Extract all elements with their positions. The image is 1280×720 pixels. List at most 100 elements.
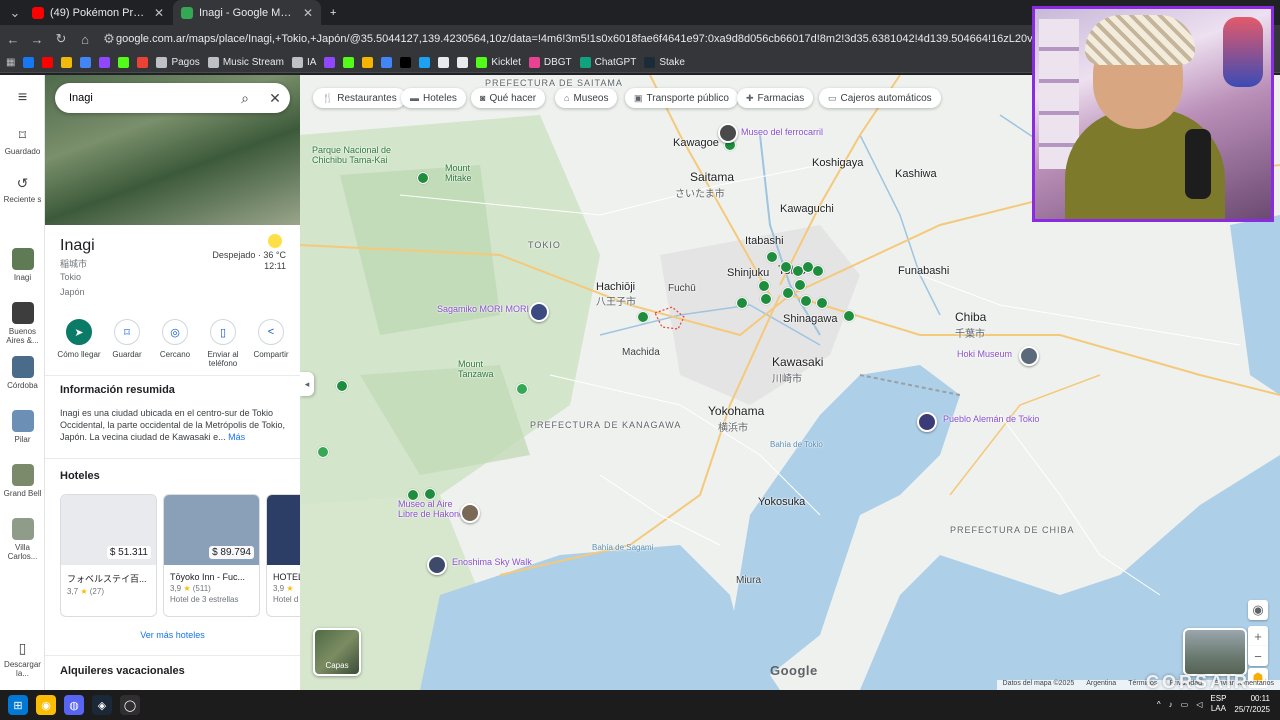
map-place-pin[interactable]	[843, 310, 855, 322]
tab-youtube[interactable]: (49) Pokémon Presents | 22/07/ ✕	[24, 0, 172, 25]
bookmark-item[interactable]	[381, 57, 393, 68]
volume-icon[interactable]: ◁	[1196, 700, 1202, 709]
map-label-hoki-museum[interactable]: Hoki Museum	[957, 349, 1012, 359]
bookmark-item[interactable]: DBGT	[528, 57, 572, 68]
microphone-icon[interactable]: ♪	[1169, 700, 1173, 709]
tray-chevron-icon[interactable]: ^	[1157, 700, 1161, 709]
recent-place-item[interactable]: Villa Carlos...	[0, 518, 45, 561]
bookmark-item[interactable]: Pagos	[156, 57, 200, 68]
bookmark-item[interactable]: Kicklet	[476, 57, 521, 68]
discord-icon[interactable]: ◍	[64, 695, 84, 715]
map-place-pin[interactable]	[782, 287, 794, 299]
recent-place-item[interactable]: Córdoba	[0, 356, 45, 390]
search-input[interactable]	[69, 92, 230, 104]
bookmark-item[interactable]	[343, 57, 355, 68]
collapse-panel-button[interactable]: ◂	[300, 372, 314, 396]
map-photo-pin[interactable]	[718, 123, 738, 143]
bookmark-item[interactable]: IA	[291, 57, 316, 68]
steam-icon[interactable]: ◈	[92, 695, 112, 715]
close-tab-icon[interactable]: ✕	[154, 6, 164, 20]
bookmark-item[interactable]	[23, 57, 35, 68]
bookmark-item[interactable]	[438, 57, 450, 68]
attribution-item[interactable]: Argentina	[1086, 680, 1116, 690]
map-place-pin[interactable]	[736, 297, 748, 309]
map-photo-pin[interactable]	[529, 302, 549, 322]
map-photo-pin[interactable]	[427, 555, 447, 575]
recent-place-item[interactable]: Grand Bell	[0, 464, 45, 498]
obs-icon[interactable]: ◯	[120, 695, 140, 715]
map-label-sagamiko[interactable]: Sagamiko MORI MORI	[437, 304, 529, 314]
bookmark-item[interactable]	[42, 57, 54, 68]
more-hotels-link[interactable]: Ver más hoteles	[45, 630, 300, 640]
chip-restaurantes[interactable]: 🍴 Restaurantes	[313, 88, 406, 108]
bookmark-item[interactable]	[137, 57, 149, 68]
home-icon[interactable]: ⌂	[74, 28, 96, 50]
back-icon[interactable]: ←	[2, 28, 24, 50]
chip-museos[interactable]: ⌂ Museos	[555, 88, 618, 108]
rail-saved[interactable]: ⌑ Guardado	[0, 127, 45, 156]
search-icon[interactable]: ⌕	[230, 90, 260, 107]
close-icon[interactable]: ✕	[260, 90, 290, 107]
summary-more-link[interactable]: Más	[228, 432, 245, 442]
close-tab-icon[interactable]: ✕	[303, 6, 313, 20]
layers-button[interactable]: Capas	[313, 628, 361, 676]
reload-icon[interactable]: ↻	[50, 28, 72, 50]
apps-icon[interactable]: ▦	[6, 57, 15, 68]
action-cercano[interactable]: ◎ Cercano	[151, 319, 199, 368]
map-place-pin[interactable]	[758, 280, 770, 292]
action-cómo-llegar[interactable]: ➤ Cómo llegar	[55, 319, 103, 368]
bookmark-item[interactable]	[324, 57, 336, 68]
map-place-pin[interactable]	[317, 446, 329, 458]
map-place-pin[interactable]	[516, 383, 528, 395]
map-label-enoshima[interactable]: Enoshima Sky Walk	[452, 557, 532, 567]
map-place-pin[interactable]	[424, 488, 436, 500]
recent-place-item[interactable]: Pilar	[0, 410, 45, 444]
new-tab-button[interactable]: +	[322, 0, 344, 25]
chip-hoteles[interactable]: ▬ Hoteles	[401, 88, 466, 108]
action-enviar-al-teléfono[interactable]: ▯ Enviar al teléfono	[199, 319, 247, 368]
map-photo-pin[interactable]	[1019, 346, 1039, 366]
map-label-hakone-museum[interactable]: Museo al Aire Libre de Hakone	[398, 499, 468, 519]
url-field[interactable]: google.com.ar/maps/place/Inagi,+Tokio,+J…	[116, 29, 1036, 49]
chip-qué-hacer[interactable]: ◙ Qué hacer	[471, 88, 546, 108]
tab-list-button[interactable]: ⌄	[4, 2, 26, 24]
map-place-pin[interactable]	[800, 295, 812, 307]
map-place-pin[interactable]	[816, 297, 828, 309]
bookmark-item[interactable]	[419, 57, 431, 68]
hotel-card[interactable]: HOTEL... 3,9 ★ Hotel d	[266, 494, 300, 617]
chip-cajeros-automáticos[interactable]: ▭ Cajeros automáticos	[819, 88, 941, 108]
network-icon[interactable]: ▭	[1181, 700, 1189, 709]
bookmark-item[interactable]	[61, 57, 73, 68]
map-place-pin[interactable]	[336, 380, 348, 392]
map-place-pin[interactable]	[417, 172, 429, 184]
hotel-card[interactable]: $ 51.311 フォベルステイ百... 3,7 ★ (27)	[60, 494, 157, 617]
recent-place-item[interactable]: Buenos Aires &...	[0, 302, 45, 345]
menu-icon[interactable]: ≡	[0, 89, 45, 107]
zoom-in-button[interactable]: +	[1248, 626, 1268, 646]
map-place-pin[interactable]	[760, 293, 772, 305]
bookmark-item[interactable]	[400, 57, 412, 68]
bookmark-item[interactable]	[362, 57, 374, 68]
clock[interactable]: 00:11 25/7/2025	[1234, 693, 1270, 715]
bookmark-item[interactable]: Music Stream	[207, 57, 284, 68]
map-label-german-village[interactable]: Pueblo Alemán de Tokio	[943, 414, 1039, 424]
map-photo-pin[interactable]	[460, 503, 480, 523]
map-place-pin[interactable]	[637, 311, 649, 323]
map-place-pin[interactable]	[766, 251, 778, 263]
bookmark-item[interactable]	[118, 57, 130, 68]
chrome-icon[interactable]: ◉	[36, 695, 56, 715]
map-place-pin[interactable]	[794, 279, 806, 291]
rail-recents[interactable]: ↺ Reciente s	[0, 175, 45, 204]
action-compartir[interactable]: < Compartir	[247, 319, 295, 368]
map-place-pin[interactable]	[780, 261, 792, 273]
bookmark-item[interactable]	[80, 57, 92, 68]
rail-download[interactable]: ▯ Descargar la...	[0, 640, 45, 678]
bookmark-item[interactable]: ChatGPT	[579, 57, 636, 68]
map-place-pin[interactable]	[812, 265, 824, 277]
action-guardar[interactable]: ⌑ Guardar	[103, 319, 151, 368]
my-location-icon[interactable]: ◉	[1248, 600, 1268, 620]
chip-transporte-público[interactable]: ▣ Transporte público	[625, 88, 738, 108]
language-indicator[interactable]: ESP LAA	[1210, 694, 1226, 714]
forward-icon[interactable]: →	[26, 28, 48, 50]
map-photo-pin[interactable]	[917, 412, 937, 432]
